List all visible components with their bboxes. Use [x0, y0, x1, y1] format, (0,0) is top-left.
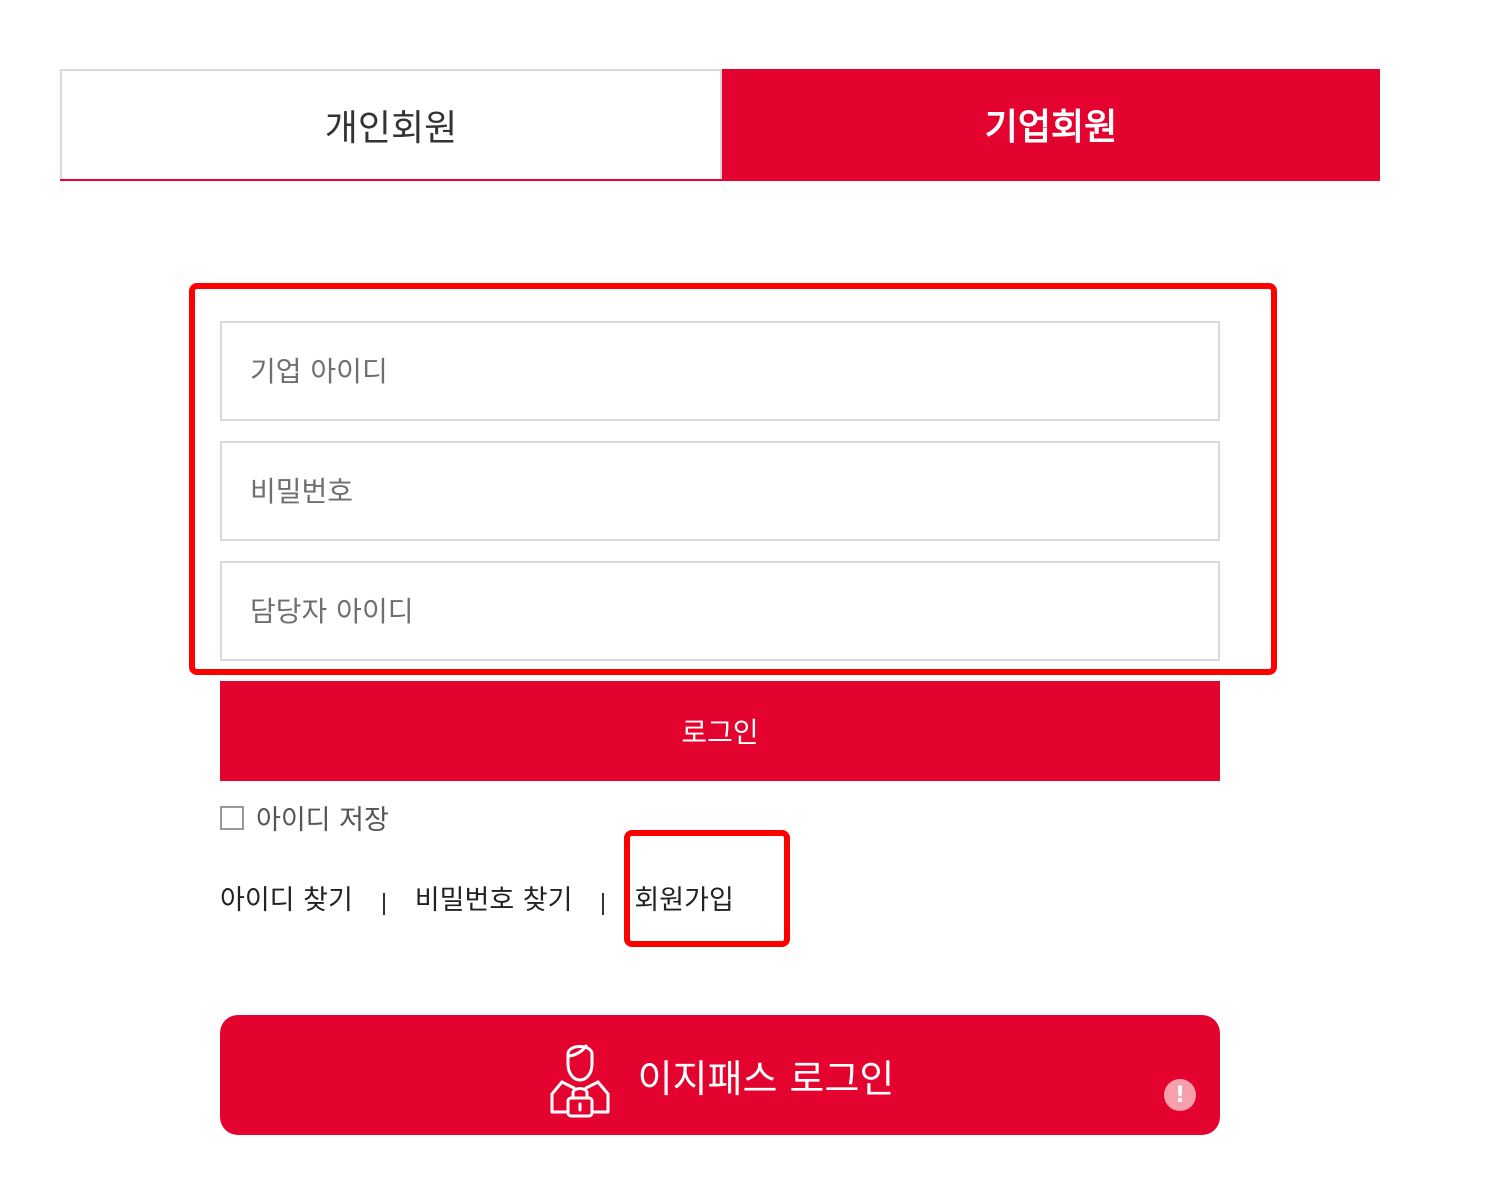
save-id-option[interactable]: 아이디 저장 [220, 798, 389, 837]
tab-personal[interactable]: 개인회원 [60, 69, 722, 179]
company-id-input[interactable] [248, 322, 1218, 420]
save-id-label: 아이디 저장 [256, 805, 389, 836]
tab-corporate[interactable]: 기업회원 [722, 69, 1380, 179]
easypass-label: 이지패스 로그인 [637, 1056, 895, 1101]
find-password-link[interactable]: 비밀번호 찾기 [415, 878, 573, 917]
manager-id-field[interactable] [220, 561, 1220, 661]
member-type-tabs: 개인회원 기업회원 [60, 69, 1380, 181]
link-divider [382, 892, 385, 915]
password-input[interactable] [248, 442, 1218, 540]
company-id-field[interactable] [220, 321, 1220, 421]
find-id-link[interactable]: 아이디 찾기 [220, 878, 353, 917]
account-links: 아이디 찾기 비밀번호 찾기 회원가입 [220, 878, 734, 917]
password-field[interactable] [220, 441, 1220, 541]
save-id-checkbox[interactable] [220, 805, 244, 830]
easypass-login-button[interactable]: 이지패스 로그인 ! [220, 1015, 1220, 1135]
info-icon[interactable]: ! [1164, 1079, 1196, 1111]
link-divider [602, 892, 605, 915]
user-lock-icon [550, 1044, 610, 1118]
manager-id-input[interactable] [248, 562, 1218, 660]
login-button[interactable]: 로그인 [220, 681, 1220, 781]
signup-link[interactable]: 회원가입 [634, 878, 733, 917]
